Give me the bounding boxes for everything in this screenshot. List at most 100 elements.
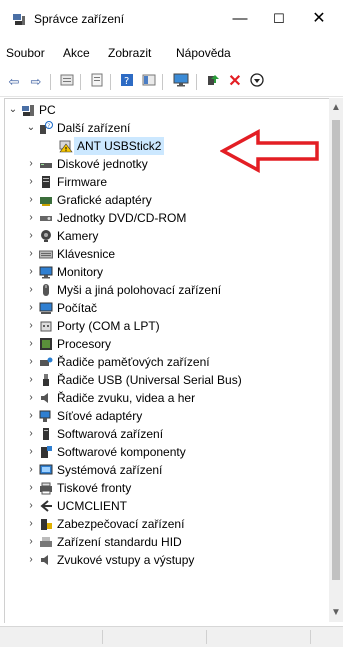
tree-root-label: PC [39, 103, 56, 117]
minimize-button[interactable]: — [218, 6, 262, 32]
tree-category-label: Softwarové komponenty [57, 445, 186, 459]
expand-chevron-icon[interactable]: › [25, 479, 37, 497]
tree-category-label: Kamery [57, 229, 99, 243]
camera-icon [41, 230, 51, 242]
expand-chevron-icon[interactable]: › [25, 281, 37, 299]
expand-chevron-icon[interactable]: › [25, 155, 37, 173]
monitor-icon [39, 266, 53, 279]
tree-category[interactable]: › Monitory [25, 263, 305, 281]
expand-chevron-icon[interactable]: › [25, 443, 37, 461]
tree-category[interactable]: › Softwarové komponenty [25, 443, 305, 461]
uninstall-icon[interactable]: ✕ [226, 73, 244, 91]
tree-device-ant-usbstick2[interactable]: ANT USBStick2 [59, 137, 209, 155]
tree-category-label: Zabezpečovací zařízení [57, 517, 185, 531]
tree-category[interactable]: › Softwarová zařízení [25, 425, 305, 443]
expand-chevron-icon[interactable]: › [25, 551, 37, 569]
tree-category[interactable]: › Jednotky DVD/CD-ROM [25, 209, 305, 227]
tree-category-label: UCMCLIENT [57, 499, 128, 513]
expand-chevron-icon[interactable]: › [25, 335, 37, 353]
tree-category-label: Softwarová zařízení [57, 427, 164, 441]
expand-chevron-icon[interactable]: › [25, 209, 37, 227]
expand-chevron-icon[interactable]: › [25, 407, 37, 425]
tree-category-label: Diskové jednotky [57, 157, 148, 171]
tree-category[interactable]: › Tiskové fronty [25, 479, 305, 497]
tree-category[interactable]: › Porty (COM a LPT) [25, 317, 305, 335]
tree-category[interactable]: › Systémová zařízení [25, 461, 305, 479]
expand-chevron-icon[interactable]: › [25, 299, 37, 317]
tree-category-label: Řadiče USB (Universal Serial Bus) [57, 373, 242, 387]
scrollbar-thumb[interactable] [332, 120, 340, 580]
tree-category[interactable]: › Zabezpečovací zařízení [25, 515, 305, 533]
expand-chevron-icon[interactable]: › [25, 389, 37, 407]
tree-category-label: Myši a jiná polohovací zařízení [57, 283, 222, 297]
tree-category-label: Tiskové fronty [57, 481, 132, 495]
collapse-chevron-icon[interactable]: ⌄ [25, 119, 37, 137]
tree-category[interactable]: › Grafické adaptéry [25, 191, 305, 209]
expand-chevron-icon[interactable]: › [25, 263, 37, 281]
title-bar: Správce zařízení — ☐ ✕ [0, 0, 343, 38]
expand-chevron-icon[interactable]: › [25, 425, 37, 443]
back-icon[interactable]: ⇦ [5, 73, 23, 91]
maximize-button[interactable]: ☐ [257, 6, 301, 32]
tree-category[interactable]: › Firmware [25, 173, 305, 191]
expand-chevron-icon[interactable]: › [25, 533, 37, 551]
menu-soubor[interactable]: Soubor [6, 46, 45, 60]
menu-napoveda[interactable]: Nápověda [176, 46, 231, 60]
system-device-icon [39, 464, 53, 475]
scroll-up-icon[interactable]: ▲ [329, 102, 343, 113]
scan-icon[interactable] [248, 73, 266, 91]
computer-icon [39, 302, 53, 314]
menu-zobrazit[interactable]: Zobrazit [108, 46, 151, 60]
status-segment [0, 630, 103, 644]
dvd-drive-icon [40, 216, 52, 221]
collapse-chevron-icon[interactable]: ⌄ [7, 101, 19, 119]
update-driver-icon[interactable] [204, 73, 222, 91]
tree-category[interactable]: › Řadiče USB (Universal Serial Bus) [25, 371, 305, 389]
close-button[interactable]: ✕ [297, 6, 341, 32]
status-segment [104, 630, 207, 644]
expand-chevron-icon[interactable]: › [25, 497, 37, 515]
svg-text:?: ? [124, 76, 129, 87]
properties-icon[interactable] [58, 73, 76, 91]
tree-root-pc[interactable]: ⌄ PC [7, 101, 307, 119]
tree-category[interactable]: › Kamery [25, 227, 305, 245]
view-icon[interactable] [140, 73, 158, 91]
tree-category[interactable]: › Počítač [25, 299, 305, 317]
vertical-scrollbar[interactable]: ▲ ▼ [329, 98, 343, 622]
tree-device-label: ANT USBStick2 [74, 137, 165, 155]
expand-chevron-icon[interactable]: › [25, 227, 37, 245]
status-segment [208, 630, 311, 644]
tree-category-label: Monitory [57, 265, 104, 279]
tree-category[interactable]: › Zařízení standardu HID [25, 533, 305, 551]
tree-category[interactable]: › UCMCLIENT [25, 497, 305, 515]
expand-chevron-icon[interactable]: › [25, 515, 37, 533]
red-arrow-annotation [220, 129, 319, 173]
printer-icon [40, 482, 52, 495]
tree-category[interactable]: › Řadiče zvuku, videa a her [25, 389, 305, 407]
tree-category-label: Systémová zařízení [57, 463, 163, 477]
driver-icon[interactable] [88, 73, 106, 91]
tree-category[interactable]: › Síťové adaptéry [25, 407, 305, 425]
monitor-icon[interactable] [172, 73, 190, 91]
menu-akce[interactable]: Akce [63, 46, 90, 60]
expand-chevron-icon[interactable]: › [25, 371, 37, 389]
ucm-client-icon [40, 500, 52, 512]
tree-category-label: Zvukové vstupy a výstupy [57, 553, 195, 567]
tree-category[interactable]: › Myši a jiná polohovací zařízení [25, 281, 305, 299]
forward-icon[interactable]: ⇨ [27, 73, 45, 91]
tree-category-label: Grafické adaptéry [57, 193, 152, 207]
expand-chevron-icon[interactable]: › [25, 245, 37, 263]
expand-chevron-icon[interactable]: › [25, 317, 37, 335]
mouse-icon [43, 284, 49, 296]
tree-category[interactable]: › Procesory [25, 335, 305, 353]
help-icon[interactable]: ? [118, 73, 136, 91]
expand-chevron-icon[interactable]: › [25, 173, 37, 191]
firmware-icon [42, 176, 50, 188]
scroll-down-icon[interactable]: ▼ [329, 607, 343, 618]
tree-category[interactable]: › Zvukové vstupy a výstupy [25, 551, 305, 569]
expand-chevron-icon[interactable]: › [25, 191, 37, 209]
tree-category[interactable]: › Řadiče paměťových zařízení [25, 353, 305, 371]
expand-chevron-icon[interactable]: › [25, 353, 37, 371]
tree-category[interactable]: › Klávesnice [25, 245, 305, 263]
expand-chevron-icon[interactable]: › [25, 461, 37, 479]
